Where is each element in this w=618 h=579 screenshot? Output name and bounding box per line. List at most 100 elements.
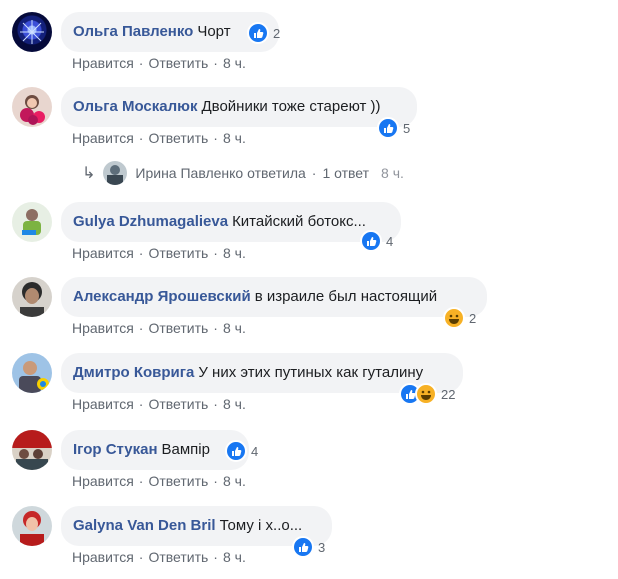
like-link[interactable]: Нравится xyxy=(72,245,134,261)
timestamp[interactable]: 8 ч. xyxy=(223,55,246,71)
replies-summary[interactable]: ↳ Ирина Павленко ответила · 1 ответ 8 ч. xyxy=(82,160,404,186)
like-icon xyxy=(377,117,399,139)
reply-time: 8 ч. xyxy=(381,165,404,181)
separator: · xyxy=(138,55,144,71)
separator: · xyxy=(138,396,144,412)
comment-bubble: Gulya Dzhumagalieva Китайский ботокс... xyxy=(61,202,401,242)
separator: · xyxy=(213,320,218,336)
like-icon xyxy=(225,440,247,462)
reaction-summary[interactable]: 3 xyxy=(292,536,325,558)
reaction-summary[interactable]: 5 xyxy=(377,117,410,139)
separator: · xyxy=(311,165,317,181)
comment-bubble: Ольга Москалюк Двойники тоже стареют )) xyxy=(61,87,417,127)
reaction-summary[interactable]: 22 xyxy=(399,383,455,405)
reply-link[interactable]: Ответить xyxy=(148,320,208,336)
reply-link[interactable]: Ответить xyxy=(148,473,208,489)
comment-actions: Нравится · Ответить · 8 ч. xyxy=(72,320,246,336)
reply-link[interactable]: Ответить xyxy=(148,55,208,71)
comment-text: Чорт xyxy=(197,23,231,40)
comment-actions: Нравится · Ответить · 8 ч. xyxy=(72,130,246,146)
like-icon xyxy=(247,22,269,44)
comment-text: У них этих путиных как гуталину xyxy=(198,364,424,381)
separator: · xyxy=(213,55,218,71)
reaction-count: 2 xyxy=(273,25,281,41)
timestamp[interactable]: 8 ч. xyxy=(223,130,246,146)
reaction-summary[interactable]: 4 xyxy=(225,440,258,462)
timestamp[interactable]: 8 ч. xyxy=(223,396,246,412)
comment-actions: Нравится · Ответить · 8 ч. xyxy=(72,549,246,565)
separator: · xyxy=(138,130,144,146)
comment-actions: Нравится · Ответить · 8 ч. xyxy=(72,396,246,412)
reply-count[interactable]: 1 ответ xyxy=(322,165,369,181)
reaction-count: 5 xyxy=(403,120,411,136)
comment-author[interactable]: Ольга Москалюк xyxy=(73,98,197,115)
comment-author[interactable]: Дмитро Коврига xyxy=(73,364,194,381)
separator: · xyxy=(213,396,218,412)
like-icon xyxy=(360,230,382,252)
reply-avatar xyxy=(103,161,128,185)
like-icon xyxy=(292,536,314,558)
reaction-summary[interactable]: 2 xyxy=(247,22,280,44)
avatar[interactable] xyxy=(12,202,52,242)
reply-summary-text[interactable]: Ирина Павленко ответила xyxy=(135,165,305,181)
flowers-avatar-image xyxy=(20,95,45,125)
separator: · xyxy=(213,245,218,261)
comment-text: Китайский ботокс... xyxy=(232,213,366,230)
person-avatar-image xyxy=(19,361,49,393)
separator: · xyxy=(138,245,144,261)
person-avatar-image xyxy=(22,209,41,235)
comment-author[interactable]: Ольга Павленко xyxy=(73,23,193,40)
timestamp[interactable]: 8 ч. xyxy=(223,549,246,565)
comment-bubble: Александр Ярошевский в израиле был настоя… xyxy=(61,277,487,317)
comment-text: Тому і х..о... xyxy=(219,517,303,534)
reply-link[interactable]: Ответить xyxy=(148,245,208,261)
timestamp[interactable]: 8 ч. xyxy=(223,245,246,261)
comment-bubble: Ігор Стукан Вампір xyxy=(61,430,249,470)
person-avatar-image xyxy=(20,511,44,546)
comment-author[interactable]: Ігор Стукан xyxy=(73,441,158,458)
comment-actions: Нравится · Ответить · 8 ч. xyxy=(72,473,246,489)
separator: · xyxy=(138,473,144,489)
like-link[interactable]: Нравится xyxy=(72,55,134,71)
portrait-avatar-image xyxy=(20,282,44,317)
avatar[interactable] xyxy=(12,353,52,393)
reaction-count: 2 xyxy=(469,310,477,326)
separator: · xyxy=(213,549,218,565)
comment-text: Двойники тоже стареют )) xyxy=(201,98,381,115)
avatar[interactable] xyxy=(12,506,52,546)
reaction-summary[interactable]: 4 xyxy=(360,230,393,252)
haha-icon xyxy=(415,383,437,405)
haha-icon xyxy=(443,307,465,329)
separator: · xyxy=(213,130,218,146)
like-link[interactable]: Нравится xyxy=(72,396,134,412)
separator: · xyxy=(138,549,144,565)
reply-link[interactable]: Ответить xyxy=(148,130,208,146)
group-avatar-image xyxy=(12,430,52,470)
reply-link[interactable]: Ответить xyxy=(148,549,208,565)
avatar[interactable] xyxy=(12,277,52,317)
avatar[interactable] xyxy=(12,87,52,127)
like-link[interactable]: Нравится xyxy=(72,473,134,489)
reaction-count: 3 xyxy=(318,539,326,555)
separator: · xyxy=(213,473,218,489)
comment-actions: Нравится · Ответить · 8 ч. xyxy=(72,245,246,261)
reaction-count: 4 xyxy=(251,443,259,459)
like-link[interactable]: Нравится xyxy=(72,549,134,565)
fireworks-avatar-image xyxy=(20,20,44,44)
comment-text: Вампір xyxy=(161,441,210,458)
avatar[interactable] xyxy=(12,12,52,52)
comment-author[interactable]: Александр Ярошевский xyxy=(73,288,251,305)
reaction-summary[interactable]: 2 xyxy=(443,307,476,329)
avatar[interactable] xyxy=(12,430,52,470)
comment-actions: Нравится · Ответить · 8 ч. xyxy=(72,55,246,71)
reaction-count: 22 xyxy=(441,386,456,402)
timestamp[interactable]: 8 ч. xyxy=(223,320,246,336)
comment-author[interactable]: Galyna Van Den Bril xyxy=(73,517,216,534)
like-link[interactable]: Нравится xyxy=(72,320,134,336)
reply-link[interactable]: Ответить xyxy=(148,396,208,412)
comment-text: в израиле был настоящий xyxy=(254,288,438,305)
timestamp[interactable]: 8 ч. xyxy=(223,473,246,489)
comment-author[interactable]: Gulya Dzhumagalieva xyxy=(73,213,228,230)
like-link[interactable]: Нравится xyxy=(72,130,134,146)
separator: · xyxy=(138,320,144,336)
